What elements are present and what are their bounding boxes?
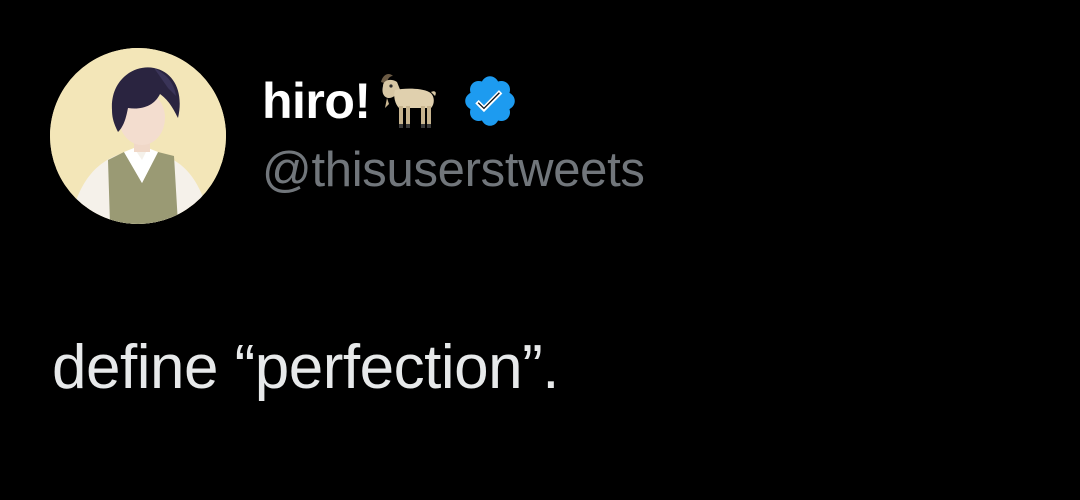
avatar-image <box>50 48 226 224</box>
tweet: hiro! @thisuserstweets define “perfectio… <box>0 0 1080 500</box>
user-handle[interactable]: @thisuserstweets <box>262 142 645 198</box>
tweet-text: define “perfection”. <box>52 333 559 402</box>
goat-icon <box>375 68 441 134</box>
display-name[interactable]: hiro! <box>262 72 371 130</box>
verified-badge-icon[interactable] <box>461 72 519 130</box>
avatar[interactable] <box>50 48 226 224</box>
name-row: hiro! <box>262 66 519 136</box>
